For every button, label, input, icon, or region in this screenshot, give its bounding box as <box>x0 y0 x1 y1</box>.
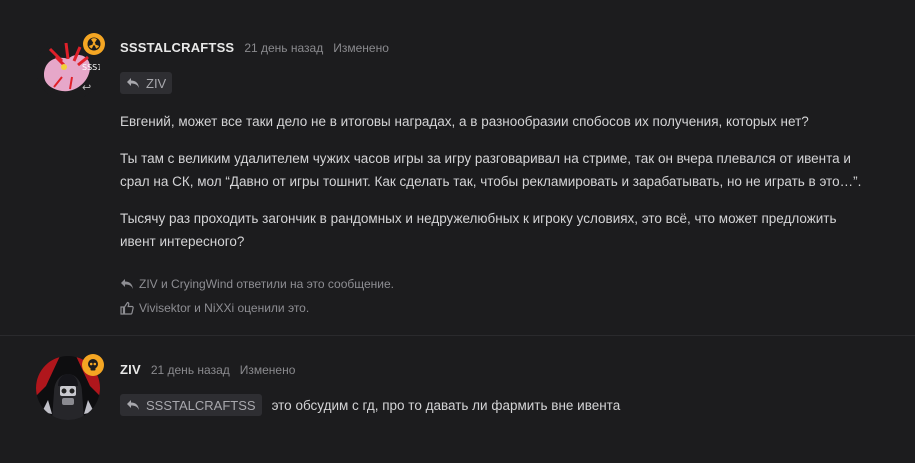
skull-badge-icon <box>82 354 104 376</box>
reply-arrow-icon: ↩ <box>82 82 92 94</box>
paragraph: Ты там с великим удалителем чужих часов … <box>120 151 851 166</box>
paragraph: срал на СК, мол “Давно от игры тошнит. К… <box>120 174 862 189</box>
post-ziv: ZIV 21 день назад Изменено SSSTALCRAFTSS… <box>0 336 915 463</box>
reply-to-username: ZIV <box>146 75 167 91</box>
reply-to-tag[interactable]: SSSTALCRAFTSS <box>120 394 262 416</box>
post-meta: ZIV 21 день назад Изменено <box>120 362 295 377</box>
avatar[interactable] <box>36 354 104 420</box>
avatar[interactable]: SSS1 ↩ <box>36 33 105 101</box>
post-time[interactable]: 21 день назад <box>244 41 323 55</box>
post-body: SSSTALCRAFTSS это обсудим с гд, про то д… <box>120 394 620 416</box>
post-time[interactable]: 21 день назад <box>151 363 230 377</box>
reply-to-username: SSSTALCRAFTSS <box>146 397 256 413</box>
reply-to-tag[interactable]: ZIV <box>120 72 173 94</box>
reply-icon <box>127 78 139 88</box>
thumbs-up-icon <box>120 301 134 315</box>
username[interactable]: SSSTALCRAFTSS <box>120 40 234 55</box>
replies-text: ZIV и CryingWind ответили на это сообщен… <box>139 277 395 291</box>
username[interactable]: ZIV <box>120 362 141 377</box>
likes-summary[interactable]: Vivisektor и NiXXi оценили это. <box>120 301 309 315</box>
likes-text: Vivisektor и NiXXi оценили это. <box>139 301 310 315</box>
post-body: Евгений, может все таки дело не в итогов… <box>120 110 890 253</box>
svg-text:SSS1: SSS1 <box>82 63 100 72</box>
radiation-badge-icon <box>83 33 105 55</box>
paragraph: Тысячу раз проходить загончик в рандомны… <box>120 211 837 226</box>
paragraph: ивент интересного? <box>120 234 245 249</box>
post-text: это обсудим с гд, про то давать ли фарми… <box>271 397 621 413</box>
post-ssstalcraftss: SSS1 ↩ SSSTALCRAFTSS 21 день назад Измен… <box>0 0 915 335</box>
paragraph: Евгений, может все таки дело не в итогов… <box>120 114 809 129</box>
reply-icon <box>121 279 133 289</box>
post-meta: SSSTALCRAFTSS 21 день назад Изменено <box>120 40 389 55</box>
reply-icon <box>127 400 139 410</box>
edited-label: Изменено <box>239 363 296 377</box>
edited-label: Изменено <box>333 41 389 55</box>
replies-summary[interactable]: ZIV и CryingWind ответили на это сообщен… <box>120 277 394 291</box>
